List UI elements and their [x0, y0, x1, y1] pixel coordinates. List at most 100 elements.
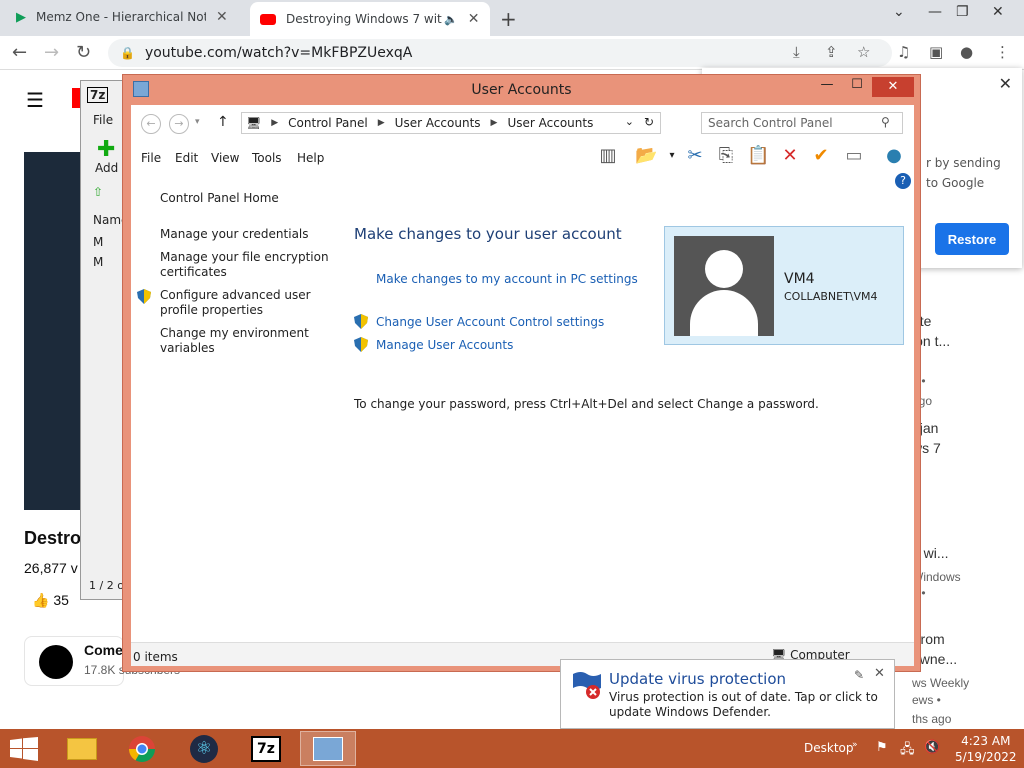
tab-close-icon[interactable]: ✕: [468, 11, 480, 27]
refresh-icon[interactable]: ↻: [644, 115, 654, 129]
media-control-icon[interactable]: ♫: [897, 43, 910, 61]
menu-edit[interactable]: Edit: [175, 151, 198, 165]
forward-icon[interactable]: →: [169, 114, 189, 134]
related-video-text: ews •: [912, 693, 941, 707]
menu-icon[interactable]: ⋮: [995, 43, 1010, 61]
globe-icon[interactable]: ●: [883, 145, 905, 167]
window-minimize-icon[interactable]: —: [813, 77, 841, 97]
chevron-down-icon[interactable]: ▾: [661, 145, 683, 167]
breadcrumb-control-panel[interactable]: Control Panel: [288, 116, 368, 130]
share-icon[interactable]: ⇪: [825, 43, 838, 61]
status-item-count: 0 items: [133, 650, 178, 664]
sidepanel-icon[interactable]: ▣: [929, 43, 943, 61]
hamburger-icon[interactable]: ☰: [26, 88, 44, 113]
copy-icon[interactable]: ⎘: [715, 145, 737, 167]
back-icon[interactable]: ←: [141, 114, 161, 134]
link-file-encryption[interactable]: Manage your file encryption certificates: [160, 250, 335, 280]
tab-destroying-windows[interactable]: Destroying Windows 7 with 🔈 ✕: [250, 2, 490, 36]
menu-view[interactable]: View: [211, 151, 239, 165]
breadcrumb-user-accounts[interactable]: User Accounts: [395, 116, 481, 130]
related-video-text: ws Weekly: [912, 676, 970, 690]
taskbar-control-panel[interactable]: [300, 731, 356, 766]
7zip-menu-file[interactable]: File: [93, 113, 113, 127]
close-icon[interactable]: ✕: [992, 4, 1004, 20]
video-player[interactable]: [24, 152, 80, 510]
link-control-panel-home[interactable]: Control Panel Home: [160, 191, 335, 206]
network-icon[interactable]: 🖧: [900, 740, 915, 762]
restore-button[interactable]: Restore: [935, 223, 1009, 255]
window-maximize-icon[interactable]: ☐: [843, 77, 871, 97]
related-video-text: ths ago: [912, 712, 952, 726]
link-advanced-profile[interactable]: Configure advanced user profile properti…: [160, 288, 335, 318]
back-icon[interactable]: ←: [12, 42, 27, 63]
restore-icon[interactable]: ❐: [956, 4, 969, 20]
up-folder-icon[interactable]: ⇧: [93, 185, 103, 199]
properties-icon[interactable]: ▭: [843, 145, 865, 167]
chevron-down-icon[interactable]: ⌄: [625, 115, 634, 128]
menu-file[interactable]: File: [141, 151, 161, 165]
taskbar-react-app[interactable]: ⚛: [176, 731, 232, 766]
taskbar-chrome[interactable]: [114, 731, 170, 766]
add-icon[interactable]: ✚: [97, 137, 115, 162]
reload-icon[interactable]: ↻: [76, 42, 91, 63]
link-environment-variables[interactable]: Change my environment variables: [160, 326, 335, 356]
window-titlebar[interactable]: User Accounts — ☐ ✕: [123, 75, 920, 105]
profile-icon[interactable]: ●: [960, 43, 973, 61]
chevron-right-icon[interactable]: »: [852, 740, 858, 750]
7zip-item[interactable]: M: [93, 235, 103, 249]
tab-memz-one[interactable]: ▶ Memz One - Hierarchical Notepad ✕: [6, 0, 246, 34]
password-info: To change your password, press Ctrl+Alt+…: [354, 397, 819, 411]
like-count[interactable]: 👍 35: [32, 592, 69, 609]
virus-protection-notification[interactable]: Update virus protection Virus protection…: [560, 659, 895, 729]
popup-close-icon[interactable]: ✕: [999, 74, 1012, 93]
youtube-logo-icon[interactable]: [72, 88, 80, 108]
pin-icon[interactable]: ✎: [854, 668, 864, 682]
folder-options-icon[interactable]: 📂: [635, 145, 657, 167]
taskbar-7zip[interactable]: 7z: [238, 731, 294, 766]
menu-help[interactable]: Help: [297, 151, 324, 165]
delete-icon[interactable]: ✕: [779, 145, 801, 167]
tab-search-icon[interactable]: ⌄: [893, 4, 905, 20]
install-icon[interactable]: ⤓: [793, 43, 800, 61]
7zip-item[interactable]: M: [93, 255, 103, 269]
tab-title: Destroying Windows 7 with: [286, 12, 442, 26]
breadcrumb-user-accounts-current[interactable]: User Accounts: [507, 116, 593, 130]
browser-tabstrip: ▶ Memz One - Hierarchical Notepad ✕ Dest…: [0, 0, 1024, 36]
menu-tools[interactable]: Tools: [252, 151, 282, 165]
new-tab-button[interactable]: +: [500, 7, 517, 31]
forward-icon[interactable]: →: [44, 42, 59, 63]
breadcrumb[interactable]: 🖥 ▶ Control Panel ▶ User Accounts ▶ User…: [241, 112, 661, 134]
link-pc-settings[interactable]: Make changes to my account in PC setting…: [376, 272, 638, 286]
search-input[interactable]: [701, 112, 903, 134]
bookmark-star-icon[interactable]: ☆: [857, 43, 870, 61]
window-close-icon[interactable]: ✕: [872, 77, 914, 97]
desktop-toolbar-label[interactable]: Desktop: [804, 741, 854, 755]
tab-close-icon[interactable]: ✕: [216, 9, 228, 25]
layout-icon[interactable]: ▥: [597, 145, 619, 167]
link-manage-credentials[interactable]: Manage your credentials: [160, 227, 335, 242]
control-panel-icon: 🖥: [246, 116, 262, 130]
channel-name[interactable]: Come: [84, 642, 123, 658]
notification-message: Virus protection is out of date. Tap or …: [609, 690, 878, 719]
checkmark-icon[interactable]: ✔: [810, 145, 832, 167]
notification-close-icon[interactable]: ✕: [874, 666, 885, 681]
7zip-add-label: Add: [95, 161, 119, 175]
address-bar[interactable]: 🔒 youtube.com/watch?v=MkFBPZUexqA: [108, 39, 892, 67]
windows-start-icon[interactable]: [10, 737, 38, 761]
link-manage-user-accounts[interactable]: Manage User Accounts: [376, 338, 513, 352]
paste-icon[interactable]: 📋: [747, 145, 769, 167]
minimize-icon[interactable]: —: [928, 4, 942, 20]
clock-time: 4:23 AM: [961, 734, 1011, 748]
volume-muted-icon[interactable]: 🔇: [924, 740, 940, 755]
chevron-right-icon: ▶: [490, 118, 498, 128]
recent-locations-icon[interactable]: ▾: [195, 117, 200, 127]
taskbar-file-explorer[interactable]: [54, 731, 110, 766]
up-icon[interactable]: ↑: [217, 114, 229, 130]
speaker-icon[interactable]: 🔈: [444, 13, 458, 26]
search-icon[interactable]: ⚲: [881, 115, 890, 129]
clock[interactable]: 4:23 AM 5/19/2022: [955, 733, 1017, 765]
action-center-flag-icon[interactable]: ⚑: [876, 740, 888, 755]
cut-icon[interactable]: ✂: [684, 145, 706, 167]
help-icon[interactable]: ?: [895, 173, 911, 189]
link-uac-settings[interactable]: Change User Account Control settings: [376, 315, 604, 329]
